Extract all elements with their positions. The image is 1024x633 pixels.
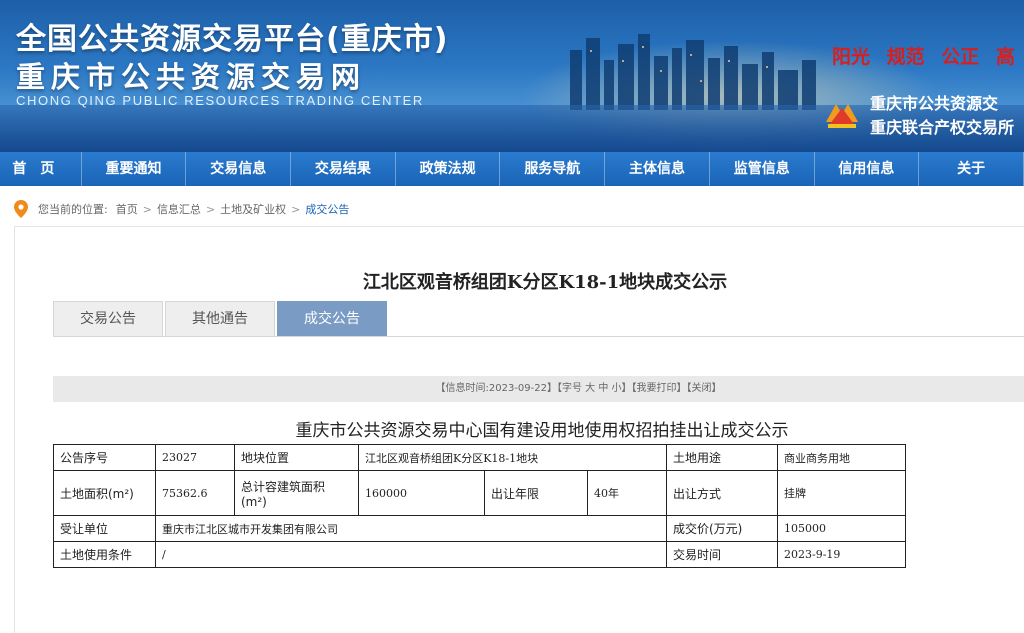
breadcrumb-link-home[interactable]: 首页 xyxy=(116,201,138,217)
table-row: 公告序号 23027 地块位置 江北区观音桥组团K分区K18-1地块 土地用途 … xyxy=(53,444,906,471)
main-nav: 首页 重要通知 交易信息 交易结果 政策法规 服务导航 主体信息 监管信息 信用… xyxy=(0,152,1024,186)
nav-item-trade-results[interactable]: 交易结果 xyxy=(291,152,396,186)
breadcrumb-prefix: 您当前的位置: xyxy=(38,203,108,216)
nav-item-credit[interactable]: 信用信息 xyxy=(815,152,920,186)
table-label: 出让方式 xyxy=(666,470,778,516)
table-value: 商业商务用地 xyxy=(777,444,906,471)
slogan-word: 高 xyxy=(995,46,1015,68)
tab-other-notice[interactable]: 其他通告 xyxy=(165,301,275,337)
breadcrumb-separator: > xyxy=(205,202,216,216)
table-label: 总计容建筑面积 (m²) xyxy=(234,470,359,516)
city-skyline-image xyxy=(570,34,816,110)
organization-name-2: 重庆联合产权交易所 xyxy=(870,118,1015,137)
table-label: 公告序号 xyxy=(53,444,156,471)
page-title: 江北区观音桥组团K分区K18-1地块成交公示 xyxy=(362,272,728,293)
tab-trade-notice[interactable]: 交易公告 xyxy=(53,301,163,337)
nav-item-notices[interactable]: 重要通知 xyxy=(82,152,187,186)
table-row: 土地使用条件 / 交易时间 2023-9-19 xyxy=(53,541,906,568)
tab-divider xyxy=(53,336,1024,337)
nav-item-policies[interactable]: 政策法规 xyxy=(396,152,501,186)
nav-item-about[interactable]: 关于 xyxy=(919,152,1024,186)
site-title-cn: 全国公共资源交易平台(重庆市) xyxy=(16,22,449,57)
site-title-cn-secondary: 重庆市公共资源交易网 xyxy=(16,60,367,94)
table-value: 江北区观音桥组团K分区K18-1地块 xyxy=(358,444,667,471)
slogan-word: 公正 xyxy=(941,46,980,68)
table-label: 出让年限 xyxy=(484,470,588,516)
table-label: 地块位置 xyxy=(234,444,359,471)
info-toolbar[interactable]: 【信息时间:2023-09-22】【字号 大 中 小】【我要打印】【关闭】 xyxy=(53,376,1024,402)
table-label: 成交价(万元) xyxy=(666,515,778,542)
table-label: 土地用途 xyxy=(666,444,778,471)
nav-item-trade-info[interactable]: 交易信息 xyxy=(186,152,292,186)
organization-logo-icon xyxy=(826,104,858,128)
table-row: 受让单位 重庆市江北区城市开发集团有限公司 成交价(万元) 105000 xyxy=(53,515,906,542)
table-value: 2023-9-19 xyxy=(777,541,906,568)
table-value: 挂牌 xyxy=(777,470,906,516)
organization-name-1: 重庆市公共资源交 xyxy=(870,94,999,113)
breadcrumb-link-land[interactable]: 土地及矿业权 xyxy=(220,201,286,217)
table-label: 交易时间 xyxy=(666,541,778,568)
table-value: 160000 xyxy=(358,470,485,516)
table-value: 23027 xyxy=(155,444,235,471)
table-value: 105000 xyxy=(777,515,906,542)
slogan: 阳光 规范 公正 高 xyxy=(832,42,1024,69)
table-value: / xyxy=(155,541,667,568)
deal-info-table: 公告序号 23027 地块位置 江北区观音桥组团K分区K18-1地块 土地用途 … xyxy=(53,444,906,568)
notice-tabs: 交易公告 其他通告 成交公告 xyxy=(53,301,389,337)
table-value: 重庆市江北区城市开发集团有限公司 xyxy=(155,515,667,542)
table-label-line: (m²) xyxy=(241,494,267,509)
table-row: 土地面积(m²) 75362.6 总计容建筑面积 (m²) 160000 出让年… xyxy=(53,470,906,516)
nav-item-service-guide[interactable]: 服务导航 xyxy=(500,152,606,186)
nav-item-home[interactable]: 首页 xyxy=(0,152,82,186)
tab-deal-notice[interactable]: 成交公告 xyxy=(277,301,387,337)
breadcrumb-separator: > xyxy=(142,202,152,216)
document-title: 重庆市公共资源交易中心国有建设用地使用权招拍挂出让成交公示 xyxy=(295,421,789,441)
table-label: 受让单位 xyxy=(53,515,156,542)
slogan-word: 规范 xyxy=(886,46,925,68)
table-value: 75362.6 xyxy=(155,470,235,516)
breadcrumb-link-summary[interactable]: 信息汇总 xyxy=(157,201,201,217)
slogan-word: 阳光 xyxy=(832,46,871,68)
location-pin-icon xyxy=(14,200,28,218)
table-label: 土地面积(m²) xyxy=(53,470,156,516)
breadcrumb-current[interactable]: 成交公告 xyxy=(305,201,349,217)
breadcrumb: 您当前的位置: 首页 > 信息汇总 > 土地及矿业权 > 成交公告 xyxy=(14,200,349,218)
site-title-en: CHONG QING PUBLIC RESOURCES TRADING CENT… xyxy=(16,93,424,108)
breadcrumb-separator: > xyxy=(291,202,301,216)
table-label-line: 总计容建筑面积 xyxy=(241,479,326,494)
table-value: 40年 xyxy=(587,470,667,516)
nav-item-supervision[interactable]: 监管信息 xyxy=(710,152,815,186)
site-banner: 全国公共资源交易平台(重庆市) 重庆市公共资源交易网 CHONG QING PU… xyxy=(0,0,1024,152)
nav-item-entity-info[interactable]: 主体信息 xyxy=(605,152,710,186)
table-label: 土地使用条件 xyxy=(53,541,156,568)
